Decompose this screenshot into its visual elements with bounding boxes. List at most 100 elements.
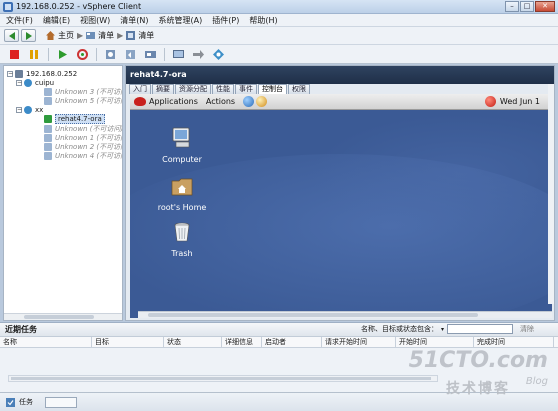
snapshot-button[interactable] xyxy=(104,48,117,61)
applications-menu[interactable]: Applications xyxy=(149,97,198,106)
vm-icon xyxy=(44,142,52,151)
gnome-top-panel: Applications Actions Wed Jun 1 xyxy=(130,94,552,110)
tasks-icon xyxy=(6,397,15,407)
vm-title: rehat4.7-ora xyxy=(126,66,554,84)
migrate-icon xyxy=(193,49,204,59)
panel-clock[interactable]: Wed Jun 1 xyxy=(500,97,540,106)
filter-dropdown-icon[interactable]: ▾ xyxy=(441,326,444,333)
power-off-button[interactable] xyxy=(8,48,21,61)
tab-performance[interactable]: 性能 xyxy=(212,84,234,94)
settings-button[interactable] xyxy=(212,48,225,61)
scrollbar-thumb[interactable] xyxy=(24,315,94,319)
menu-bar: 文件(F) 编辑(E) 视图(W) 清单(N) 系统管理(A) 插件(P) 帮助… xyxy=(0,14,558,27)
breadcrumb-inventory[interactable]: 清单 xyxy=(98,30,114,41)
menu-help[interactable]: 帮助(H) xyxy=(249,15,277,26)
vm-icon xyxy=(44,133,52,142)
vm-icon xyxy=(44,124,52,133)
resource-pool-icon xyxy=(24,78,32,87)
filter-input[interactable] xyxy=(447,324,513,334)
suspend-button[interactable] xyxy=(28,48,41,61)
console-horizontal-scrollbar[interactable] xyxy=(138,311,552,318)
column-initiator[interactable]: 启动者 xyxy=(262,336,322,348)
main-vertical-scrollbar[interactable] xyxy=(548,84,554,304)
reset-icon xyxy=(77,48,88,60)
revert-snapshot-button[interactable] xyxy=(124,48,137,61)
menu-edit[interactable]: 编辑(E) xyxy=(43,15,70,26)
tree-node-label: xx xyxy=(35,105,44,114)
minimize-button[interactable]: – xyxy=(505,1,519,12)
migrate-button[interactable] xyxy=(192,48,205,61)
column-requested-start[interactable]: 请求开始时间 xyxy=(322,336,396,348)
tab-summary[interactable]: 摘要 xyxy=(152,84,174,94)
console-button[interactable] xyxy=(172,48,185,61)
tab-events[interactable]: 事件 xyxy=(235,84,257,94)
tasks-horizontal-scrollbar[interactable] xyxy=(8,375,438,382)
tree-node-vm[interactable]: Unknown 4 (不可访问) xyxy=(44,151,123,160)
toolbar xyxy=(0,45,558,64)
collapse-icon[interactable]: − xyxy=(16,106,22,113)
desktop-icon-computer[interactable]: Computer xyxy=(152,126,212,164)
vm-icon xyxy=(44,151,52,160)
resource-pool-icon xyxy=(24,105,32,114)
tasks-status-button[interactable]: 任务 xyxy=(19,397,33,407)
tree-node-resource-pool-cuipu[interactable]: − cuipu xyxy=(16,78,54,87)
clear-filter-button[interactable]: 清除 xyxy=(520,324,534,334)
column-start-time[interactable]: 开始时间 xyxy=(396,336,474,348)
vsphere-app-icon xyxy=(3,2,13,12)
tree-horizontal-scrollbar[interactable] xyxy=(4,313,122,320)
tab-console[interactable]: 控制台 xyxy=(258,84,287,94)
email-icon[interactable] xyxy=(256,96,268,107)
redhat-icon xyxy=(134,97,146,106)
scrollbar-thumb[interactable] xyxy=(11,377,431,380)
snapshot-manager-button[interactable] xyxy=(144,48,157,61)
tree-node-resource-pool-xx[interactable]: − xx xyxy=(16,105,43,114)
reset-button[interactable] xyxy=(76,48,89,61)
menu-view[interactable]: 视图(W) xyxy=(80,15,110,26)
tree-node-label: rehat4.7-ora xyxy=(55,113,105,124)
tab-resource-allocation[interactable]: 资源分配 xyxy=(175,84,211,94)
collapse-icon[interactable]: − xyxy=(16,79,22,86)
toolbar-separator xyxy=(96,47,97,61)
back-button[interactable] xyxy=(4,29,19,42)
desktop-icon-home[interactable]: root's Home xyxy=(152,174,212,212)
collapse-icon[interactable]: − xyxy=(7,70,13,77)
menu-administration[interactable]: 系统管理(A) xyxy=(159,15,203,26)
power-on-button[interactable] xyxy=(56,48,69,61)
tree-node-label: Unknown 5 (不可访问) xyxy=(55,96,123,105)
breadcrumb-home[interactable]: 主页 xyxy=(58,30,74,41)
web-browser-icon[interactable] xyxy=(243,96,255,107)
tree-node-vm[interactable]: Unknown 5 (不可访问) xyxy=(44,96,123,105)
actions-menu[interactable]: Actions xyxy=(206,97,235,106)
breadcrumb-hosts-clusters[interactable]: 清单 xyxy=(138,30,154,41)
tasks-table-header: 名称 目标 状态 详细信息 启动者 请求开始时间 开始时间 完成时间 xyxy=(0,336,558,348)
tree-node-label: Unknown 4 (不可访问) xyxy=(55,151,123,160)
scrollbar-thumb[interactable] xyxy=(148,313,478,317)
play-icon xyxy=(59,49,67,59)
desktop-icon-label: root's Home xyxy=(157,203,207,212)
recent-tasks-header: 近期任务 名称、目标或状态包含： ▾ 清除 xyxy=(0,323,558,337)
column-completed-time[interactable]: 完成时间 xyxy=(474,336,554,348)
update-alert-icon[interactable] xyxy=(484,96,496,107)
desktop-icon-trash[interactable]: Trash xyxy=(152,220,212,258)
menu-file[interactable]: 文件(F) xyxy=(6,15,33,26)
forward-button[interactable] xyxy=(21,29,36,42)
column-status[interactable]: 状态 xyxy=(164,336,222,348)
maximize-button[interactable]: □ xyxy=(520,1,534,12)
column-name[interactable]: 名称 xyxy=(0,336,92,348)
inventory-icon xyxy=(86,32,96,39)
column-target[interactable]: 目标 xyxy=(92,336,164,348)
tree-node-vm-selected[interactable]: rehat4.7-ora xyxy=(44,113,105,124)
tab-getting-started[interactable]: 入门 xyxy=(129,84,151,94)
menu-plugins[interactable]: 插件(P) xyxy=(212,15,239,26)
snapshot-manager-icon xyxy=(145,50,156,58)
vm-console[interactable]: Applications Actions Wed Jun 1 Computer … xyxy=(130,94,552,318)
tree-node-host[interactable]: − 192.168.0.252 xyxy=(7,69,77,78)
stop-icon xyxy=(10,49,19,59)
close-button[interactable]: ✕ xyxy=(535,1,555,12)
tab-permissions[interactable]: 权限 xyxy=(288,84,310,94)
tree-node-label: cuipu xyxy=(35,78,55,87)
tab-bar: 入门 摘要 资源分配 性能 事件 控制台 权限 xyxy=(129,84,310,94)
vm-running-icon xyxy=(44,114,52,123)
menu-inventory[interactable]: 清单(N) xyxy=(120,15,148,26)
column-details[interactable]: 详细信息 xyxy=(222,336,262,348)
